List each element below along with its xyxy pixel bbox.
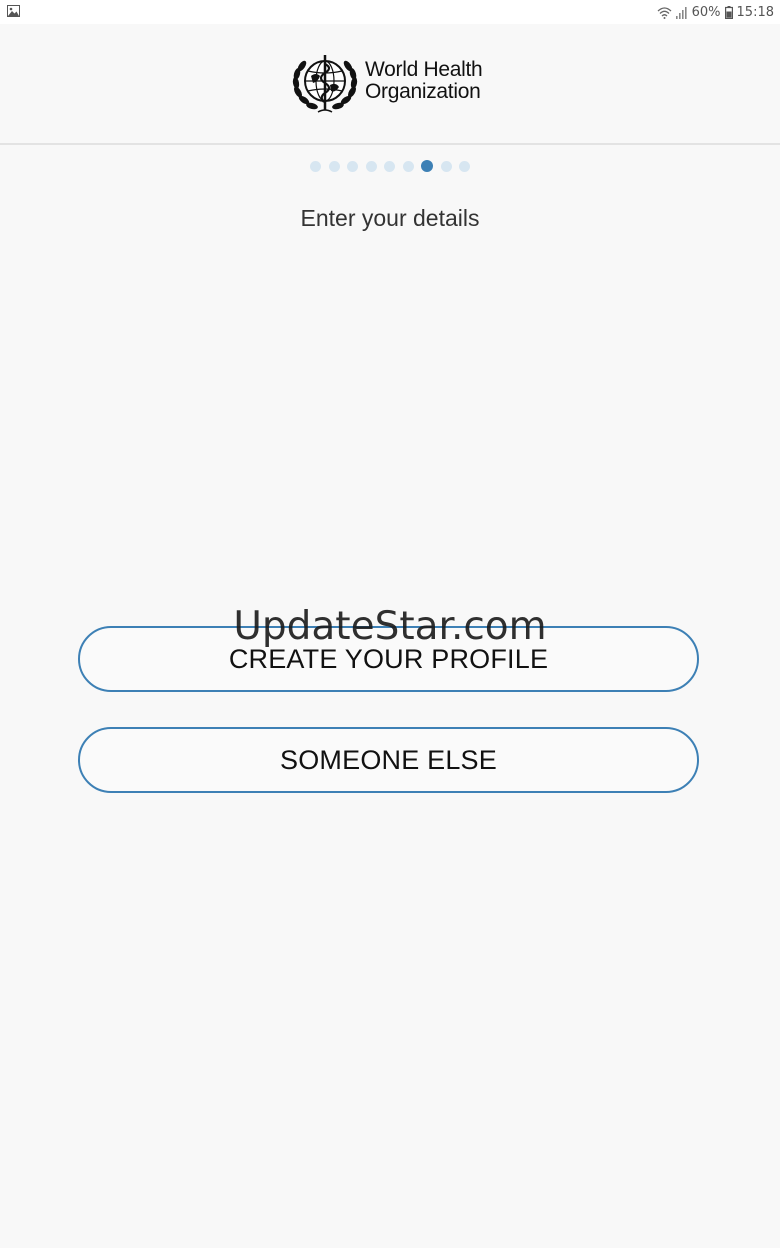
app-header: World Health Organization: [0, 24, 780, 145]
battery-icon: [724, 5, 733, 19]
someone-else-button[interactable]: SOMEONE ELSE: [78, 727, 699, 793]
page-subtitle: Enter your details: [300, 205, 480, 231]
page-dot: [310, 160, 321, 172]
page-dot: [440, 160, 452, 172]
battery-percent: 60%: [691, 4, 721, 20]
status-indicators: 60% 15:18: [657, 3, 774, 21]
image-notification-icon: [7, 5, 20, 17]
who-logo-text: World Health Organization: [365, 58, 483, 103]
page-dot: [459, 160, 470, 172]
page-dot-active: [421, 160, 433, 172]
signal-icon: [675, 6, 687, 19]
clock-time: 15:18: [736, 4, 774, 20]
page-dot: [402, 160, 414, 172]
page-dot: [384, 160, 395, 172]
who-emblem-icon: [292, 55, 358, 113]
page-dot: [328, 160, 340, 172]
who-logo-line1: World Health: [365, 58, 483, 81]
page-indicator: [0, 158, 780, 174]
page-dot: [347, 160, 358, 172]
create-profile-button[interactable]: CREATE YOUR PROFILE: [78, 626, 699, 692]
page-dot: [365, 160, 377, 172]
wifi-icon: [657, 6, 672, 19]
status-bar: 60% 15:18: [0, 0, 780, 24]
who-logo-line2: Organization: [365, 80, 481, 103]
who-logo: World Health Organization: [291, 52, 491, 114]
